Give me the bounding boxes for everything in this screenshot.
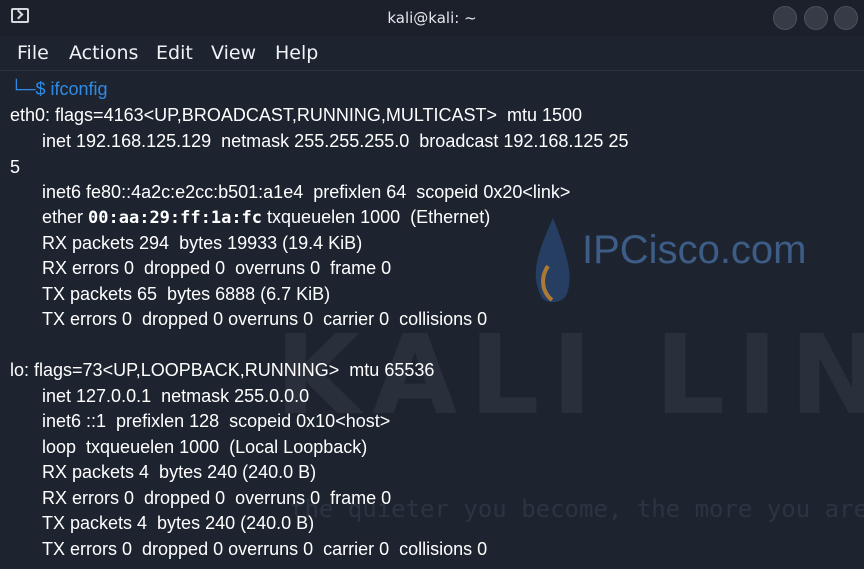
brand-drop-icon	[535, 218, 570, 303]
lo-tx-packets: TX packets 4 bytes 240 (240.0 B)	[42, 513, 315, 533]
eth0-rx-errors: RX errors 0 dropped 0 overruns 0 frame 0	[42, 258, 392, 278]
ether-rest: txqueuelen 1000 (Ethernet)	[262, 207, 491, 227]
brand-name: IPCisco.com	[582, 228, 807, 272]
brand-logo: IPCisco.com	[528, 216, 848, 306]
menu-view[interactable]: View	[211, 42, 256, 64]
eth0-tx-errors: TX errors 0 dropped 0 overruns 0 carrier…	[42, 309, 488, 329]
lo-tx-errors: TX errors 0 dropped 0 overruns 0 carrier…	[42, 539, 488, 559]
lo-rx-errors: RX errors 0 dropped 0 overruns 0 frame 0	[42, 488, 392, 508]
prompt-text: └─$ ifconfig	[10, 79, 108, 99]
lo-header: lo: flags=73<UP,LOOPBACK,RUNNING> mtu 65…	[10, 360, 435, 380]
minimize-button[interactable]	[773, 6, 797, 30]
eth0-inet-wrap: 5	[10, 157, 21, 177]
terminal-output[interactable]: KALI LINUX the quieter you become, the m…	[0, 71, 864, 569]
menu-edit[interactable]: Edit	[156, 42, 193, 64]
window-title: kali@kali: ~	[387, 9, 477, 27]
lo-rx-packets: RX packets 4 bytes 240 (240.0 B)	[42, 462, 317, 482]
lo-loop: loop txqueuelen 1000 (Local Loopback)	[42, 437, 368, 457]
menu-file[interactable]: File	[17, 42, 49, 64]
eth0-inet: inet 192.168.125.129 netmask 255.255.255…	[42, 131, 629, 151]
lo-inet: inet 127.0.0.1 netmask 255.0.0.0	[42, 386, 310, 406]
eth0-header: eth0: flags=4163<UP,BROADCAST,RUNNING,MU…	[10, 105, 583, 125]
menu-bar: File Actions Edit View Help	[0, 36, 864, 71]
ether-label: ether	[42, 207, 89, 227]
lo-inet6: inet6 ::1 prefixlen 128 scopeid 0x10<hos…	[42, 411, 391, 431]
menu-help[interactable]: Help	[275, 42, 318, 64]
eth0-tx-packets: TX packets 65 bytes 6888 (6.7 KiB)	[42, 284, 331, 304]
mac-address: 00:aa:29:ff:1a:fc	[88, 208, 263, 228]
title-bar: kali@kali: ~	[0, 0, 864, 36]
eth0-rx-packets: RX packets 294 bytes 19933 (19.4 KiB)	[42, 233, 363, 253]
menu-actions[interactable]: Actions	[69, 42, 138, 64]
eth0-inet6: inet6 fe80::4a2c:e2cc:b501:a1e4 prefixle…	[42, 182, 571, 202]
close-button[interactable]	[834, 6, 858, 30]
maximize-button[interactable]	[804, 6, 828, 30]
prompt-line: └─$ ifconfig	[10, 77, 108, 102]
eth0-ether: ether 00:aa:29:ff:1a:fc txqueuelen 1000 …	[42, 205, 490, 230]
